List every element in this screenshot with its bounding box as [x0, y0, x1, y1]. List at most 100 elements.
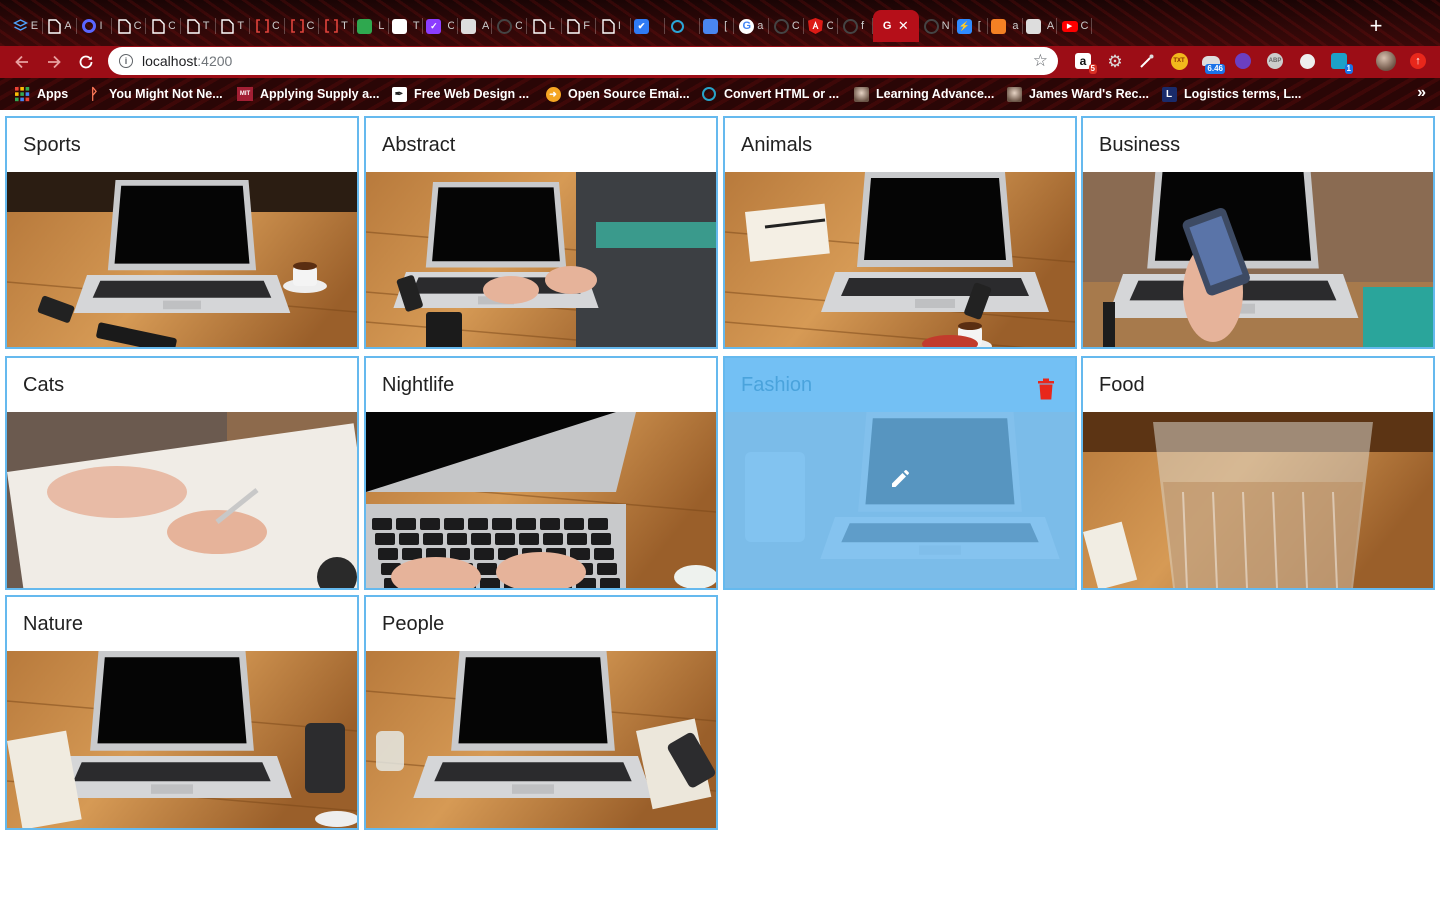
- category-card[interactable]: Sports: [5, 116, 359, 349]
- close-tab-icon[interactable]: ✕: [898, 18, 909, 34]
- tab-title: C: [306, 20, 314, 32]
- angular-g-icon: G: [882, 20, 892, 32]
- tab-title: E: [30, 20, 38, 32]
- profile-avatar[interactable]: [1375, 50, 1397, 72]
- browser-tab[interactable]: L: [354, 10, 389, 42]
- category-card[interactable]: Nature: [5, 595, 359, 830]
- tab-title: a: [757, 20, 764, 32]
- browser-tab[interactable]: A: [458, 10, 493, 42]
- delete-icon[interactable]: [1037, 378, 1055, 400]
- bookmark-label: Learning Advance...: [876, 87, 995, 101]
- browser-tab[interactable]: L: [527, 10, 562, 42]
- document-icon: [567, 18, 580, 34]
- update-icon[interactable]: ↑: [1407, 50, 1429, 72]
- brush-icon: [1025, 18, 1044, 34]
- bookmark-item[interactable]: Learning Advance...: [853, 84, 994, 104]
- bookmark-item[interactable]: L Logistics terms, L...: [1161, 84, 1301, 104]
- check-circle-icon: ✓: [426, 18, 444, 34]
- bookmark-item[interactable]: Convert HTML or ...: [701, 84, 839, 104]
- bookmark-item[interactable]: MIT Applying Supply a...: [237, 84, 379, 104]
- browser-tab[interactable]: I: [596, 10, 631, 42]
- card-title: People: [382, 613, 445, 635]
- back-button[interactable]: [10, 50, 34, 74]
- browser-tab[interactable]: ⚡[: [953, 10, 988, 42]
- circle-light-icon[interactable]: [1296, 50, 1318, 72]
- browser-tab[interactable]: E: [8, 10, 43, 42]
- document-icon: [602, 18, 615, 34]
- bookmark-star-icon[interactable]: ☆: [1033, 51, 1048, 71]
- browser-tab-active[interactable]: G ✕: [872, 10, 919, 42]
- card-title: Fashion: [741, 374, 813, 396]
- document-icon: [533, 18, 546, 34]
- document-icon: [221, 18, 235, 34]
- address-bar[interactable]: i localhost:4200 ☆: [108, 47, 1058, 75]
- browser-tab[interactable]: C: [285, 10, 320, 42]
- browser-tab[interactable]: ✔: [631, 10, 666, 42]
- browser-tab[interactable]: f: [838, 10, 873, 42]
- browser-tab[interactable]: Ga: [734, 10, 769, 42]
- card-title: Cats: [23, 374, 65, 396]
- browser-tab[interactable]: I: [77, 10, 112, 42]
- browser-tab[interactable]: C: [769, 10, 804, 42]
- cloud-icon[interactable]: 6.46: [1200, 50, 1225, 74]
- bookmark-item[interactable]: ᚹ You Might Not Ne...: [86, 84, 222, 104]
- browser-tab[interactable]: T: [319, 10, 354, 42]
- browser-tab[interactable]: F: [562, 10, 597, 42]
- browser-tab[interactable]: T: [181, 10, 216, 42]
- browser-tab[interactable]: T: [389, 10, 424, 42]
- browser-tab[interactable]: C: [112, 10, 147, 42]
- edit-icon[interactable]: [889, 468, 911, 490]
- browser-tab[interactable]: C: [804, 10, 839, 42]
- category-card[interactable]: People: [364, 595, 718, 830]
- browser-tab[interactable]: A: [1023, 10, 1058, 42]
- info-icon[interactable]: i: [119, 54, 133, 68]
- category-card[interactable]: Nightlife: [364, 356, 718, 590]
- abp-icon[interactable]: ABP: [1264, 50, 1286, 72]
- browser-tab[interactable]: C: [250, 10, 285, 42]
- browser-tab[interactable]: [: [700, 10, 735, 42]
- portrait-icon: [853, 86, 869, 102]
- bookmark-label: Applying Supply a...: [260, 87, 380, 101]
- browser-tab[interactable]: C: [146, 10, 181, 42]
- apps-grid-icon: [14, 86, 30, 102]
- card-title: Animals: [741, 134, 813, 156]
- forward-button[interactable]: [42, 50, 66, 74]
- amazon-icon[interactable]: a5: [1072, 50, 1097, 74]
- category-card[interactable]: Food: [1081, 356, 1435, 590]
- docs-icon: [703, 18, 721, 34]
- tab-title: F: [583, 20, 591, 32]
- category-card[interactable]: Abstract: [364, 116, 718, 349]
- bookmark-item[interactable]: Apps: [14, 84, 68, 104]
- new-tab-button[interactable]: +: [1362, 12, 1390, 40]
- browser-tab[interactable]: ✓ C: [423, 10, 458, 42]
- extension-badge: 6.46: [1205, 64, 1225, 74]
- reload-button[interactable]: [74, 50, 98, 74]
- trello-icon[interactable]: 1: [1328, 50, 1353, 74]
- browser-tab[interactable]: C: [492, 10, 527, 42]
- gear-icon[interactable]: ⚙: [1104, 50, 1126, 72]
- card-title: Sports: [23, 134, 81, 156]
- tab-title: f: [861, 20, 865, 32]
- category-card[interactable]: Business: [1081, 116, 1435, 349]
- browser-tab[interactable]: [665, 10, 700, 42]
- txt-icon[interactable]: TXT: [1168, 50, 1190, 72]
- bookmark-item[interactable]: James Ward's Rec...: [1006, 84, 1149, 104]
- eyedropper-icon[interactable]: [1136, 50, 1158, 72]
- category-card[interactable]: Animals: [723, 116, 1077, 349]
- bookmark-item[interactable]: ➜ Open Source Emai...: [545, 84, 690, 104]
- bookmarks-overflow-button[interactable]: »: [1417, 84, 1426, 102]
- category-card[interactable]: Cats: [5, 356, 359, 590]
- bookmark-item[interactable]: ✒ Free Web Design ...: [391, 84, 529, 104]
- browser-tab[interactable]: N: [919, 10, 954, 42]
- browser-tab[interactable]: ▶ C: [1057, 10, 1092, 42]
- browser-tab[interactable]: A: [43, 10, 78, 42]
- browser-tab[interactable]: a: [988, 10, 1023, 42]
- tab-title: a: [1012, 20, 1019, 32]
- category-card[interactable]: Fashion: [723, 356, 1077, 590]
- browser-tabstrip: E A I C C T T C C T L T ✓ C A C L F I ✔[Ga C Cf G ✕ N ⚡[a A ▶ C +: [0, 0, 1440, 46]
- bookmarks-bar: Apps ᚹ You Might Not Ne... MIT Applying Supp…: [0, 78, 1440, 110]
- browser-tab[interactable]: T: [216, 10, 251, 42]
- wappalyzer-icon[interactable]: [1232, 50, 1254, 72]
- github-icon: [773, 18, 789, 34]
- tab-title: C: [791, 20, 799, 32]
